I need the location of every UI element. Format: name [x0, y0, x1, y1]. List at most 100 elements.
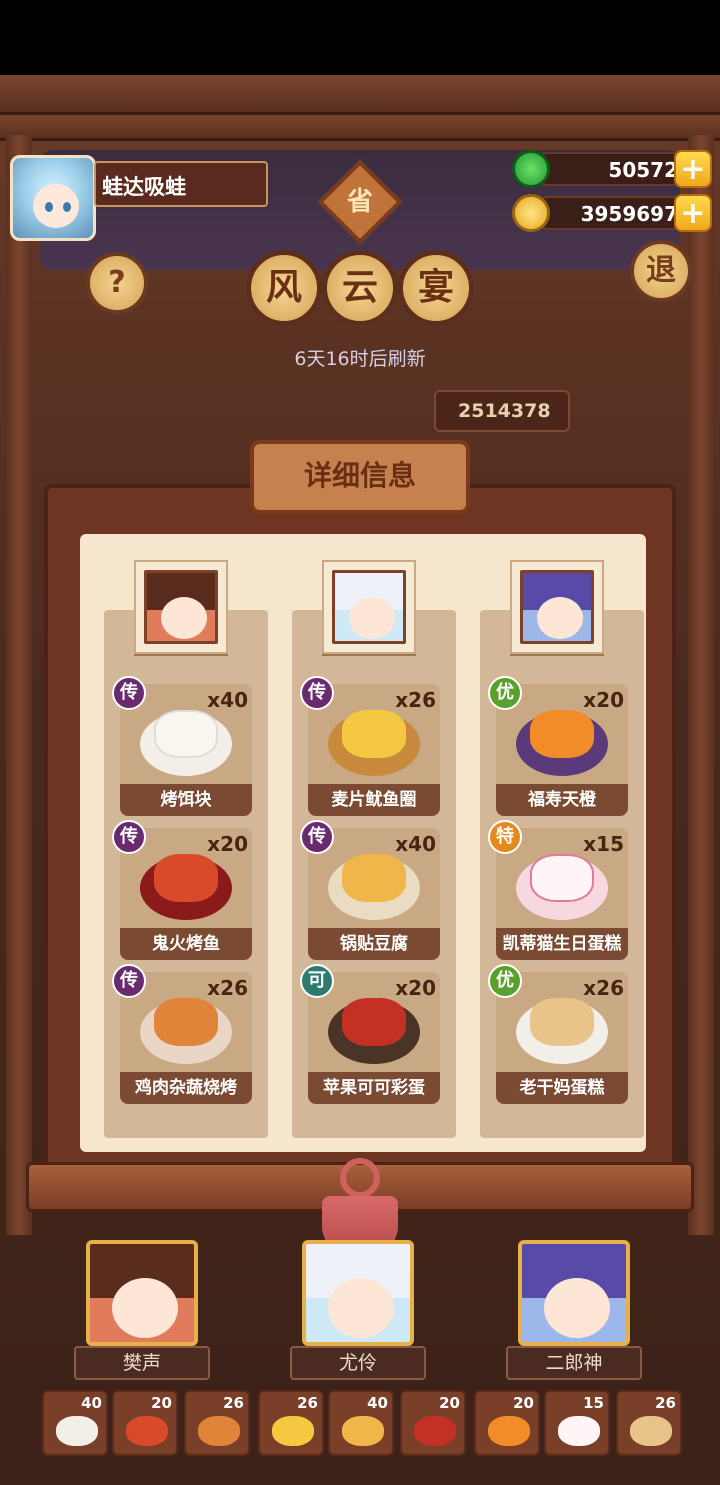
dish-image: [342, 998, 406, 1046]
dish-name: 鬼火烤鱼: [120, 928, 252, 960]
slot-dish-image: [198, 1416, 240, 1446]
chef-name: 樊声: [74, 1346, 210, 1380]
slot-dish-image: [126, 1416, 168, 1446]
rarity-badge: 特: [488, 820, 522, 854]
dish-card[interactable]: 特 x15 凯蒂猫生日蛋糕: [488, 820, 628, 960]
slot-dish-image: [414, 1416, 456, 1446]
dish-name: 锅贴豆腐: [308, 928, 440, 960]
right-pillar: [688, 135, 714, 1235]
dish-card[interactable]: 优 x20 福寿天橙: [488, 676, 628, 816]
coin-icon: [512, 194, 550, 232]
dish-card[interactable]: 传 x26 鸡肉杂蔬烧烤: [112, 964, 252, 1104]
chef-image: [302, 1240, 414, 1346]
rarity-badge: 优: [488, 964, 522, 998]
portrait-face: [537, 597, 583, 639]
roof-beam-lower: [0, 115, 720, 141]
slot-count: 20: [439, 1394, 460, 1412]
slot-count: 20: [513, 1394, 534, 1412]
slot-dish-image: [488, 1416, 530, 1446]
slot-count: 26: [655, 1394, 676, 1412]
rarity-badge: 传: [112, 964, 146, 998]
chef-card[interactable]: 尤伶: [290, 1240, 430, 1380]
chef-name: 尤伶: [290, 1346, 426, 1380]
dish-count: x26: [395, 688, 436, 712]
slot-count: 20: [151, 1394, 172, 1412]
avatar-eye: [63, 202, 71, 212]
rarity-badge: 传: [112, 676, 146, 710]
dish-count: x20: [207, 832, 248, 856]
add-jade-button[interactable]: +: [674, 150, 712, 188]
rarity-badge: 优: [488, 676, 522, 710]
dish-count: x26: [207, 976, 248, 1000]
dish-name: 老干妈蛋糕: [496, 1072, 628, 1104]
detail-title: 详细信息: [250, 440, 470, 514]
dish-slot[interactable]: 20: [474, 1390, 540, 1456]
dish-count: x40: [207, 688, 248, 712]
chef-portrait-card: [322, 560, 416, 654]
slot-count: 26: [297, 1394, 318, 1412]
dish-card[interactable]: 传 x20 鬼火烤鱼: [112, 820, 252, 960]
dish-count: x20: [395, 976, 436, 1000]
dish-image: [154, 854, 218, 902]
chef-card[interactable]: 樊声: [74, 1240, 214, 1380]
dish-image: [530, 854, 594, 902]
dish-slot[interactable]: 40: [328, 1390, 394, 1456]
slot-dish-image: [558, 1416, 600, 1446]
status-bar: [0, 0, 720, 75]
rarity-badge: 传: [112, 820, 146, 854]
dish-slot[interactable]: 20: [112, 1390, 178, 1456]
dish-image: [342, 710, 406, 758]
jade-currency: 50572 +: [512, 150, 712, 188]
dish-name: 鸡肉杂蔬烧烤: [120, 1072, 252, 1104]
dish-image: [154, 710, 218, 758]
dish-slot[interactable]: 20: [400, 1390, 466, 1456]
portrait-face: [161, 597, 207, 639]
dish-card[interactable]: 传 x26 麦片鱿鱼圈: [300, 676, 440, 816]
dish-name: 苹果可可彩蛋: [308, 1072, 440, 1104]
avatar-face: [33, 184, 79, 228]
chef-face: [328, 1278, 394, 1338]
dish-slot[interactable]: 26: [258, 1390, 324, 1456]
dish-name: 凯蒂猫生日蛋糕: [496, 928, 628, 960]
dish-count: x15: [583, 832, 624, 856]
chef-portrait: [520, 570, 594, 644]
dish-card[interactable]: 优 x26 老干妈蛋糕: [488, 964, 628, 1104]
dish-card[interactable]: 传 x40 锅贴豆腐: [300, 820, 440, 960]
rarity-badge: 可: [300, 964, 334, 998]
chef-card[interactable]: 二郎神: [506, 1240, 646, 1380]
jade-amount: 50572: [532, 152, 688, 186]
chef-face: [544, 1278, 610, 1338]
avatar-eye: [45, 202, 53, 212]
dish-image: [154, 998, 218, 1046]
dish-slot[interactable]: 26: [616, 1390, 682, 1456]
dish-slot[interactable]: 40: [42, 1390, 108, 1456]
slot-dish-image: [56, 1416, 98, 1446]
dish-slot[interactable]: 15: [544, 1390, 610, 1456]
dish-name: 麦片鱿鱼圈: [308, 784, 440, 816]
exit-button[interactable]: 退: [630, 240, 692, 302]
event-title-char: 风: [246, 250, 322, 326]
knot-ornament: [340, 1158, 380, 1198]
refresh-timer: 6天16时后刷新: [294, 348, 426, 370]
dish-card[interactable]: 传 x40 烤饵块: [112, 676, 252, 816]
rarity-badge: 传: [300, 820, 334, 854]
add-coin-button[interactable]: +: [674, 194, 712, 232]
chef-portrait: [332, 570, 406, 644]
event-title-char: 宴: [398, 250, 474, 326]
dish-card[interactable]: 可 x20 苹果可可彩蛋: [300, 964, 440, 1104]
rarity-badge: 传: [300, 676, 334, 710]
dish-slot[interactable]: 26: [184, 1390, 250, 1456]
slot-count: 40: [367, 1394, 388, 1412]
left-pillar: [6, 135, 32, 1235]
help-button[interactable]: ?: [86, 252, 148, 314]
roof-beam: [0, 75, 720, 115]
avatar[interactable]: [10, 155, 96, 241]
dish-count: x40: [395, 832, 436, 856]
score-tag: 2514378: [434, 390, 570, 432]
coin-amount: 3959697: [532, 196, 688, 230]
slot-count: 40: [81, 1394, 102, 1412]
province-badge-label: 省: [346, 187, 373, 217]
portrait-face: [349, 597, 395, 639]
dish-image: [530, 710, 594, 758]
chef-portrait-card: [134, 560, 228, 654]
